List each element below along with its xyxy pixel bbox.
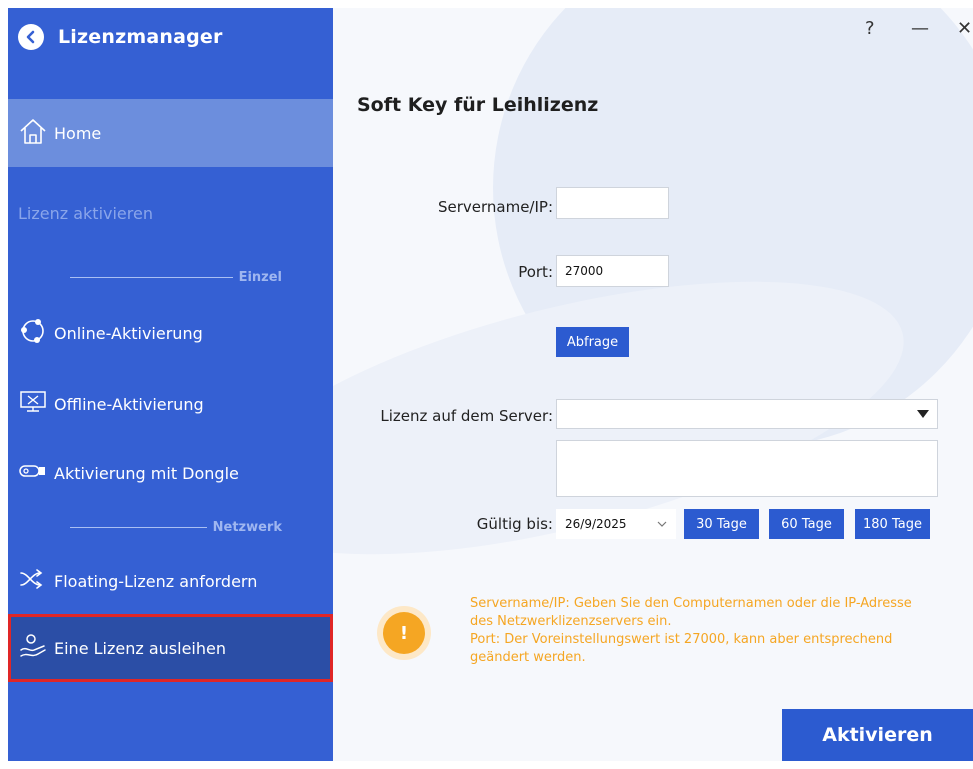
sidebar-item-dongle-activation[interactable]: Aktivierung mit Dongle [8,449,333,497]
sidebar-item-label: Online-Aktivierung [54,323,203,343]
close-icon[interactable]: ✕ [957,18,972,39]
valid-until-date-picker[interactable]: 26/9/2025 [556,509,676,539]
info-text: Servername/IP: Geben Sie den Computernam… [470,595,950,667]
sidebar: Lizenzmanager Home Lizenz aktivieren Ein… [8,8,333,761]
group-divider-single: Einzel [70,270,282,285]
shuffle-icon [18,567,48,595]
group-divider-network: Netzwerk [70,520,282,535]
info-line: des Netzwerklizenzservers ein. [470,614,672,629]
group-label: Einzel [238,270,282,285]
chevron-down-icon [657,517,667,531]
main-panel: ? — ✕ Soft Key für Leihlizenz Servername… [333,8,973,761]
port-input[interactable]: 27000 [556,255,669,287]
sidebar-item-floating-license[interactable]: Floating-Lizenz anfordern [8,557,333,605]
30-days-button[interactable]: 30 Tage [684,509,759,539]
60-days-button[interactable]: 60 Tage [769,509,844,539]
sidebar-item-online-activation[interactable]: Online-Aktivierung [8,309,333,357]
sidebar-item-borrow-license[interactable]: Eine Lizenz ausleihen [8,614,333,682]
dongle-icon [18,461,48,485]
app-header: Lizenzmanager [18,22,223,52]
back-icon[interactable] [18,24,44,50]
server-label: Servername/IP: [437,198,553,216]
activate-button[interactable]: Aktivieren [782,709,973,761]
valid-until-date: 26/9/2025 [565,517,627,531]
help-icon[interactable]: ? [865,18,875,39]
minimize-icon[interactable]: — [911,18,929,39]
dropdown-arrow-icon [917,410,929,418]
server-input[interactable] [556,187,669,219]
sidebar-item-label: Aktivierung mit Dongle [54,463,239,483]
info-line: geändert werden. [470,650,586,665]
license-details-box [556,440,938,497]
180-days-button[interactable]: 180 Tage [855,509,930,539]
section-label-activate: Lizenz aktivieren [18,204,153,223]
info-line: Port: Der Voreinstellungswert ist 27000,… [470,632,893,647]
sidebar-item-label: Floating-Lizenz anfordern [54,571,258,591]
valid-until-label: Gültig bis: [476,515,553,533]
query-button[interactable]: Abfrage [556,327,629,357]
app-title: Lizenzmanager [58,26,223,48]
warning-icon: ! [383,612,425,654]
borrow-license-icon [18,632,48,664]
sidebar-item-label: Offline-Aktivierung [54,394,204,414]
license-label: Lizenz auf dem Server: [380,407,553,425]
page-title: Soft Key für Leihlizenz [357,94,599,116]
monitor-icon [18,389,48,419]
sidebar-item-label: Eine Lizenz ausleihen [54,638,226,658]
sidebar-item-label: Home [54,123,102,143]
online-activation-icon [18,316,48,350]
info-line: Servername/IP: Geben Sie den Computernam… [470,596,912,611]
port-label: Port: [518,263,553,281]
sidebar-item-offline-activation[interactable]: Offline-Aktivierung [8,380,333,428]
sidebar-item-home[interactable]: Home [8,99,333,167]
group-label: Netzwerk [212,520,282,535]
home-icon [18,117,48,149]
license-select[interactable] [556,399,938,429]
license-manager-window: Lizenzmanager Home Lizenz aktivieren Ein… [8,8,973,761]
